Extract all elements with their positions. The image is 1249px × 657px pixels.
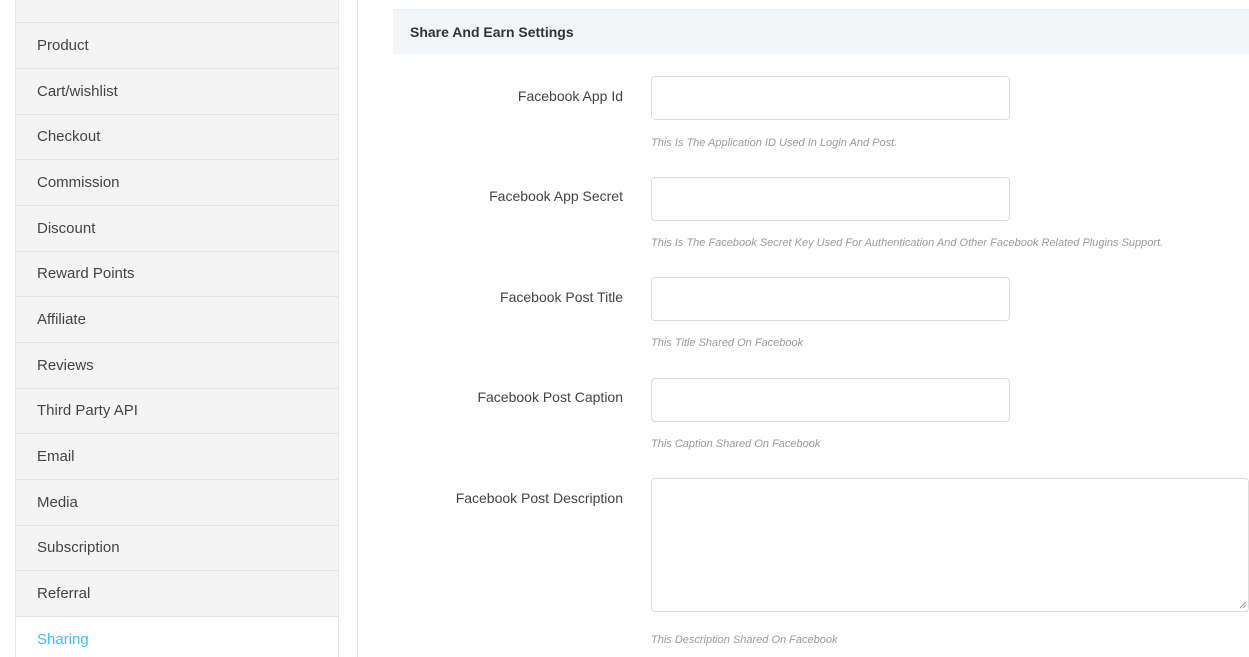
facebook-app-secret-label: Facebook App Secret	[489, 188, 623, 204]
facebook-app-secret-input[interactable]	[651, 177, 1010, 221]
sidebar-item-product[interactable]: Product	[16, 23, 338, 69]
facebook-post-description-label: Facebook Post Description	[455, 490, 623, 506]
sidebar-item-reward-points[interactable]: Reward Points	[16, 251, 338, 297]
sidebar-item-commission[interactable]: Commission	[16, 160, 338, 206]
facebook-post-description-textarea[interactable]	[651, 478, 1249, 612]
facebook-post-title-input[interactable]	[651, 277, 1010, 321]
settings-screen: Product Cart/wishlist Checkout Commissio…	[0, 0, 1249, 657]
sidebar-item-reviews[interactable]: Reviews	[16, 343, 338, 389]
sidebar-item-email[interactable]: Email	[16, 434, 338, 480]
sidebar-item-affiliate[interactable]: Affiliate	[16, 297, 338, 343]
sidebar-item-sharing[interactable]: Sharing	[16, 617, 338, 657]
facebook-post-caption-input[interactable]	[651, 378, 1010, 422]
section-title: Share And Earn Settings	[393, 9, 1249, 54]
facebook-post-caption-label: Facebook Post Caption	[477, 389, 623, 405]
facebook-post-title-label: Facebook Post Title	[500, 289, 623, 305]
content-divider	[357, 0, 358, 657]
sidebar-item-referral[interactable]: Referral	[16, 571, 338, 617]
sidebar-item-discount[interactable]: Discount	[16, 206, 338, 252]
facebook-app-id-help: This Is The Application ID Used In Login…	[651, 137, 898, 149]
facebook-app-secret-help: This Is The Facebook Secret Key Used For…	[651, 237, 1164, 249]
settings-sidebar: Product Cart/wishlist Checkout Commissio…	[15, 0, 339, 657]
facebook-post-description-help: This Description Shared On Facebook	[651, 634, 838, 646]
facebook-post-title-help: This Title Shared On Facebook	[651, 337, 804, 349]
sidebar-item-media[interactable]: Media	[16, 480, 338, 526]
facebook-app-id-input[interactable]	[651, 76, 1010, 120]
sidebar-item-subscription[interactable]: Subscription	[16, 525, 338, 571]
facebook-app-id-label: Facebook App Id	[517, 88, 623, 104]
facebook-post-caption-help: This Caption Shared On Facebook	[651, 438, 821, 450]
sidebar-item-cart-wishlist[interactable]: Cart/wishlist	[16, 69, 338, 115]
sidebar-item-checkout[interactable]: Checkout	[16, 114, 338, 160]
resize-grip-icon[interactable]	[1239, 601, 1247, 609]
sidebar-item-third-party-api[interactable]: Third Party API	[16, 388, 338, 434]
